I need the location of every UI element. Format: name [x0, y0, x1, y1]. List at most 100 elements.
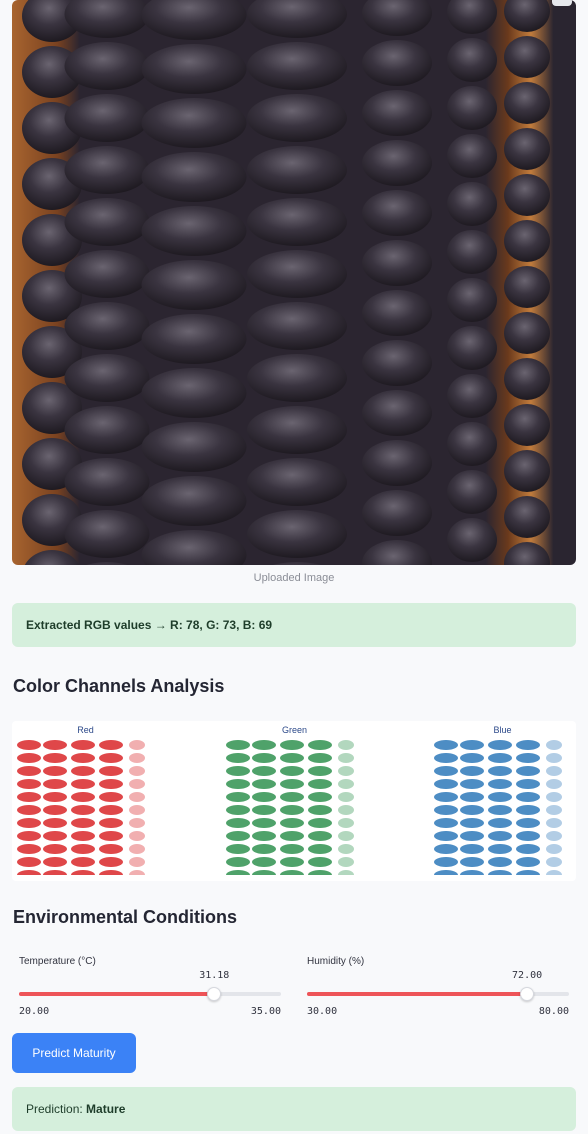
channel-kernel	[226, 844, 250, 854]
corn-kernel	[504, 358, 550, 400]
channel-kernel	[280, 831, 304, 841]
corn-kernel	[362, 390, 432, 436]
channel-kernel	[43, 805, 67, 815]
channel-kernel	[226, 766, 250, 776]
corn-kernel	[247, 406, 347, 454]
corn-kernel	[64, 510, 150, 558]
channel-kernel	[17, 805, 41, 815]
channel-kernel	[71, 805, 95, 815]
channel-kernel	[488, 857, 512, 867]
prediction-value: Mature	[86, 1102, 126, 1116]
channel-kernel	[460, 740, 484, 750]
channel-kernel	[460, 792, 484, 802]
channel-kernel	[488, 792, 512, 802]
channel-kernel	[43, 766, 67, 776]
humidity-thumb[interactable]	[520, 987, 535, 1001]
corn-kernel	[362, 140, 432, 186]
channel-kernel	[280, 740, 304, 750]
channel-kernel	[99, 766, 123, 776]
channel-kernel	[460, 844, 484, 854]
channel-kernel	[252, 805, 276, 815]
channel-kernel	[280, 779, 304, 789]
channel-kernel	[43, 857, 67, 867]
predict-maturity-button[interactable]: Predict Maturity	[12, 1033, 136, 1073]
channel-kernel	[71, 818, 95, 828]
channel-kernel	[99, 805, 123, 815]
channel-kernel	[308, 857, 332, 867]
channel-kernel	[488, 740, 512, 750]
channel-kernel	[460, 753, 484, 763]
channel-kernel	[71, 779, 95, 789]
channel-kernel	[516, 740, 540, 750]
channel-kernel	[280, 766, 304, 776]
channel-kernel	[226, 818, 250, 828]
corn-kernel	[247, 250, 347, 298]
corn-kernel	[247, 0, 347, 38]
channel-kernel	[308, 792, 332, 802]
channel-kernel	[129, 857, 145, 867]
corn-kernel	[447, 230, 497, 274]
channel-blue: Blue	[434, 725, 571, 875]
corn-kernel	[141, 152, 247, 202]
channel-kernel	[434, 857, 458, 867]
humidity-fill	[307, 992, 528, 996]
fullscreen-button[interactable]	[552, 0, 572, 6]
corn-kernel	[64, 42, 150, 90]
channel-kernel	[43, 831, 67, 841]
channel-kernel	[516, 792, 540, 802]
humidity-max: 80.00	[538, 1006, 569, 1017]
channel-kernel	[460, 831, 484, 841]
prediction-alert: Prediction: Mature	[12, 1087, 576, 1131]
channel-kernel	[460, 857, 484, 867]
channel-kernel	[99, 844, 123, 854]
channel-kernel	[338, 779, 354, 789]
corn-kernel	[504, 36, 550, 78]
channel-kernel	[71, 857, 95, 867]
channel-kernel	[226, 792, 250, 802]
prediction-prefix: Prediction:	[26, 1102, 83, 1116]
channel-kernel	[226, 753, 250, 763]
channel-kernel	[252, 779, 276, 789]
corn-kernel	[64, 458, 150, 506]
channel-kernel	[252, 844, 276, 854]
corn-kernel	[141, 206, 247, 256]
channel-kernel	[43, 818, 67, 828]
channel-kernel	[516, 753, 540, 763]
channel-kernel	[252, 792, 276, 802]
uploaded-image	[12, 0, 576, 565]
corn-kernel	[447, 278, 497, 322]
corn-kernel	[24, 550, 80, 565]
channel-kernel	[17, 831, 41, 841]
corn-kernel	[64, 250, 150, 298]
channel-kernel	[434, 779, 458, 789]
channel-kernel	[488, 844, 512, 854]
channel-green: Green	[226, 725, 363, 875]
channel-kernel	[71, 766, 95, 776]
corn-kernel	[447, 182, 497, 226]
channel-kernel	[516, 844, 540, 854]
channel-kernel	[129, 766, 145, 776]
corn-kernel	[141, 0, 247, 40]
channel-kernel	[129, 831, 145, 841]
corn-kernel	[362, 540, 432, 565]
temperature-thumb[interactable]	[207, 987, 222, 1001]
app-page: Uploaded Image Extracted RGB values → R:…	[0, 0, 588, 1134]
channel-kernel	[434, 766, 458, 776]
channel-kernel	[99, 818, 123, 828]
channel-kernel	[546, 857, 562, 867]
corn-kernel	[362, 490, 432, 536]
corn-kernel	[447, 422, 497, 466]
humidity-track[interactable]	[307, 987, 569, 1001]
corn-kernel	[447, 518, 497, 562]
corn-kernel	[504, 542, 550, 565]
channel-kernel	[43, 740, 67, 750]
channel-kernel	[252, 857, 276, 867]
channel-kernel	[71, 753, 95, 763]
rgb-values-text: Extracted RGB values → R: 78, G: 73, B: …	[26, 618, 273, 632]
channel-kernel	[280, 753, 304, 763]
corn-kernel	[362, 240, 432, 286]
temperature-track[interactable]	[19, 987, 281, 1001]
corn-kernel	[447, 38, 497, 82]
channel-kernel	[488, 779, 512, 789]
corn-kernel	[247, 510, 347, 558]
